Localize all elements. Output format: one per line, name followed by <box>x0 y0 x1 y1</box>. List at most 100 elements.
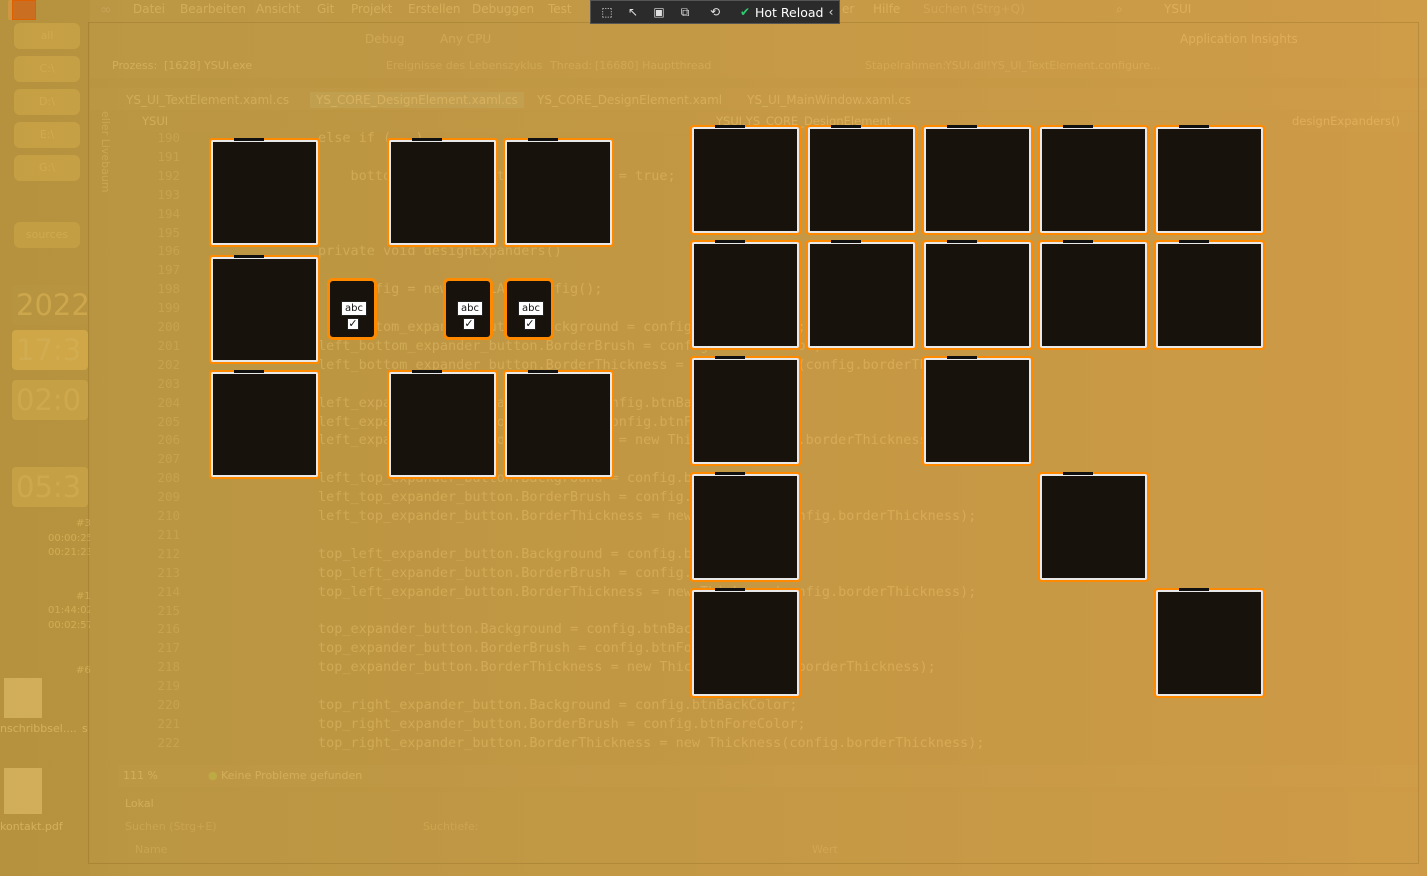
grid-expander-button[interactable] <box>690 356 801 466</box>
zoom-dropdown[interactable]: 111 % <box>123 769 158 782</box>
file-name-1[interactable]: nschribbsel.... <box>0 722 77 735</box>
checkbox[interactable]: ✓ <box>463 318 475 330</box>
drive-e[interactable]: E:\ <box>14 122 80 148</box>
tab-designelement-xaml[interactable]: YS_CORE_DesignElement.xaml <box>537 93 722 107</box>
frame-icon[interactable]: ▣ <box>651 5 667 19</box>
menu-test[interactable]: Test <box>548 2 572 16</box>
grid-expander-button[interactable] <box>690 588 801 698</box>
text-element-box[interactable]: abc <box>457 301 483 316</box>
code-line[interactable]: top_expander_button.Background = config.… <box>318 621 749 637</box>
left-bottom-expander-button[interactable] <box>209 370 320 479</box>
platform-dropdown[interactable]: Any CPU <box>440 32 491 46</box>
left-expander-button[interactable] <box>209 255 320 364</box>
line-number: 190 <box>157 130 180 145</box>
line-number: 209 <box>157 489 180 504</box>
code-line[interactable]: top_right_expander_button.BorderThicknes… <box>318 735 984 751</box>
menu-datei[interactable]: Datei <box>133 2 165 16</box>
menu-bearbeiten[interactable]: Bearbeiten <box>180 2 246 16</box>
pdf-file-icon[interactable] <box>4 678 42 718</box>
line-number: 191 <box>157 149 180 164</box>
text-element-widget[interactable]: abc ✓ <box>327 278 377 340</box>
drive-d[interactable]: D:\ <box>14 89 80 115</box>
menu-hilfe[interactable]: Hilfe <box>873 2 900 16</box>
bottom-expander-button[interactable] <box>503 370 614 479</box>
stack-dropdown[interactable]: YSUI.dll!YS_UI_TextElement.configure... <box>945 59 1160 72</box>
menu-extensions[interactable]: er <box>842 2 854 16</box>
checkbox[interactable]: ✓ <box>524 318 536 330</box>
grid-expander-button[interactable] <box>1038 472 1149 582</box>
drive-g[interactable]: G:\ <box>14 155 80 181</box>
search-input[interactable]: Suchen (Strg+Q) <box>923 2 1025 16</box>
grid-expander-button[interactable] <box>922 356 1033 466</box>
grid-expander-button[interactable] <box>1154 588 1265 698</box>
line-number: 197 <box>157 262 180 277</box>
checkbox[interactable]: ✓ <box>347 318 359 330</box>
timer-1: 00:00:25 <box>48 533 93 544</box>
tab-textelement-cs[interactable]: YS_UI_TextElement.xaml.cs <box>126 93 289 107</box>
grid-expander-button[interactable] <box>806 125 917 235</box>
line-number: 206 <box>157 432 180 447</box>
adorner-icon[interactable]: ⧉ <box>677 5 693 19</box>
problems-status[interactable]: Keine Probleme gefunden <box>221 769 362 782</box>
text-element-widget[interactable]: abc ✓ <box>504 278 554 340</box>
code-line[interactable]: top_right_expander_button.Background = c… <box>318 697 798 713</box>
locals-title: Lokal <box>125 797 154 810</box>
locals-panel: Lokal Suchen (Strg+E) Suchtiefe: Name We… <box>118 792 1418 876</box>
menu-git[interactable]: Git <box>317 2 334 16</box>
grid-expander-button[interactable] <box>1038 240 1149 350</box>
locals-search-input[interactable]: Suchen (Strg+E) <box>125 820 217 833</box>
line-number: 221 <box>157 716 180 731</box>
config-dropdown[interactable]: Debug <box>365 32 404 46</box>
grid-expander-button[interactable] <box>1154 240 1265 350</box>
menu-projekt[interactable]: Projekt <box>351 2 392 16</box>
menu-ansicht[interactable]: Ansicht <box>256 2 300 16</box>
refresh-icon[interactable]: ⟲ <box>707 5 723 19</box>
code-line[interactable]: left_top_expander_button.BorderThickness… <box>318 508 976 524</box>
thread-dropdown[interactable]: [16680] Hauptthread <box>595 59 711 72</box>
pointer-icon[interactable]: ↖ <box>625 5 641 19</box>
grid-expander-button[interactable] <box>922 125 1033 235</box>
grid-expander-button[interactable] <box>690 240 801 350</box>
search-icon[interactable]: ⌕ <box>1116 2 1123 17</box>
menu-erstellen[interactable]: Erstellen <box>408 2 461 16</box>
bottom-left-expander-button[interactable] <box>387 370 498 479</box>
grid-expander-button[interactable] <box>806 240 917 350</box>
text-element-box[interactable]: abc <box>518 301 544 316</box>
lifecycle-events[interactable]: Ereignisse des Lebenszyklus <box>386 59 542 72</box>
code-line[interactable]: top_right_expander_button.BorderBrush = … <box>318 716 806 732</box>
top-left-expander-button[interactable] <box>387 138 498 247</box>
text-element-box[interactable]: abc <box>341 301 367 316</box>
grid-expander-button[interactable] <box>690 472 801 582</box>
select-element-icon[interactable]: ⬚ <box>599 5 615 19</box>
file-name-2[interactable]: kontakt.pdf <box>0 820 63 833</box>
line-number: 220 <box>157 697 180 712</box>
process-bar: Prozess: [1628] YSUI.exe Ereignisse des … <box>90 56 1427 78</box>
tab-designelement-cs[interactable]: YS_CORE_DesignElement.xaml.cs <box>310 92 524 108</box>
menu-debuggen[interactable]: Debuggen <box>472 2 534 16</box>
breadcrumb-project[interactable]: YSUI <box>142 114 168 128</box>
text-element-widget[interactable]: abc ✓ <box>443 278 493 340</box>
tab-mainwindow-cs[interactable]: YS_UI_MainWindow.xaml.cs <box>747 93 911 107</box>
thread-label: Thread: <box>550 59 593 72</box>
drive-all[interactable]: all <box>14 23 80 49</box>
grid-expander-button[interactable] <box>1154 125 1265 235</box>
line-number: 203 <box>157 376 180 391</box>
top-expander-button[interactable] <box>503 138 614 247</box>
code-line[interactable]: top_expander_button.BorderThickness = ne… <box>318 659 936 675</box>
breadcrumb-member[interactable]: designExpanders() <box>1292 114 1400 128</box>
process-dropdown[interactable]: [1628] YSUI.exe <box>164 59 252 72</box>
grid-expander-button[interactable] <box>1038 125 1149 235</box>
drive-sources[interactable]: sources <box>14 222 80 248</box>
hot-reload-button[interactable]: Hot Reload <box>755 5 823 20</box>
grid-expander-button[interactable] <box>690 125 801 235</box>
grid-expander-button[interactable] <box>922 240 1033 350</box>
window-corner-icon[interactable] <box>12 0 36 20</box>
application-insights-button[interactable]: Application Insights <box>1180 32 1298 46</box>
drive-c[interactable]: C:\ <box>14 56 80 82</box>
line-number: 213 <box>157 565 180 580</box>
code-line[interactable]: top_left_expander_button.BorderThickness… <box>318 584 976 600</box>
left-top-expander-button[interactable] <box>209 138 320 247</box>
pdf-file-icon-2[interactable] <box>4 768 42 814</box>
line-number: 204 <box>157 395 180 410</box>
collapse-chevron-icon[interactable]: ‹ <box>823 5 839 19</box>
